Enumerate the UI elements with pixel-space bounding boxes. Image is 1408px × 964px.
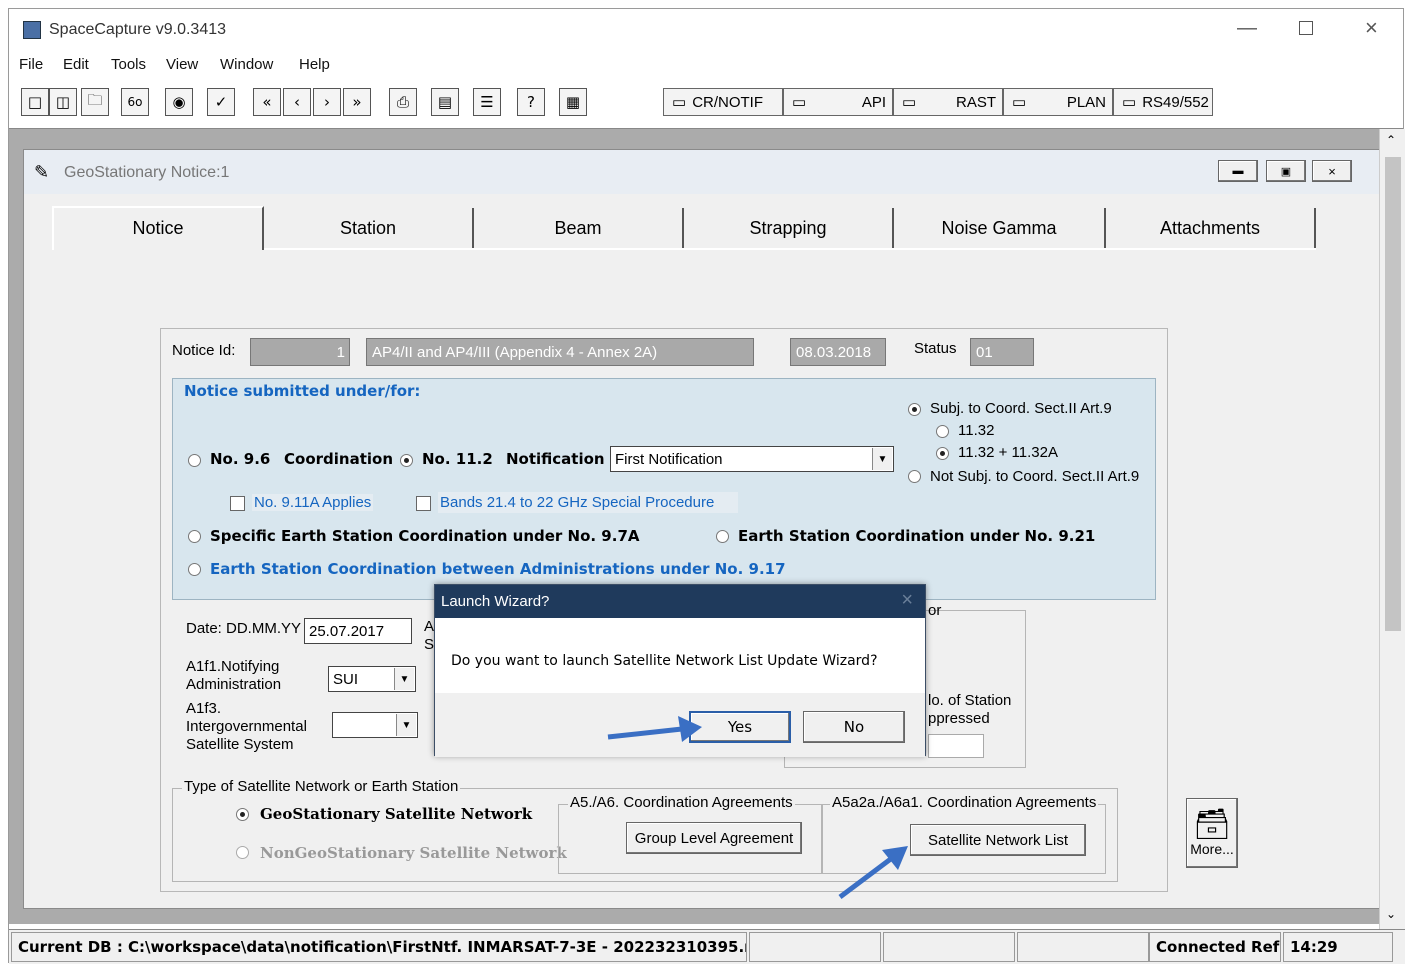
annotation-arrows [607,716,908,899]
arrow-to-satellite-list-icon [838,846,908,899]
arrow-to-yes-icon [607,716,702,742]
